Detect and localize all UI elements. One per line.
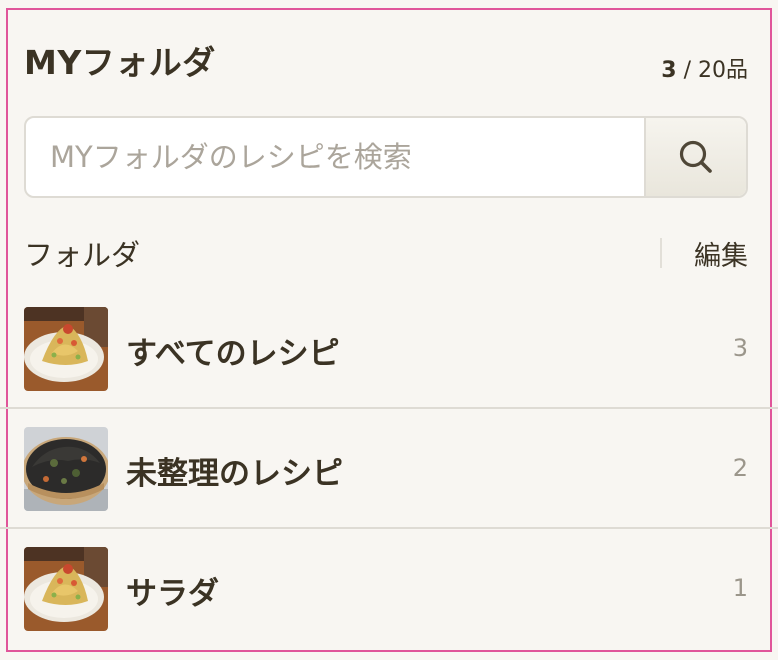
search-icon [679,140,712,173]
edit-divider [660,238,662,268]
folder-thumbnail [24,547,108,631]
page-title: MYフォルダ [24,43,216,82]
folder-item-salad[interactable]: サラダ 1 [0,530,778,648]
folder-section-label: フォルダ [24,238,141,272]
row-divider [0,407,778,409]
folder-name: 未整理のレシピ [126,456,343,492]
recipe-count-max: / 20品 [676,58,748,83]
folder-name: すべてのレシピ [126,336,340,372]
recipe-count-current: 3 [661,58,677,83]
folder-count: 2 [732,454,748,482]
search-bar [24,116,748,198]
folder-count: 1 [732,574,748,602]
folder-item-all-recipes[interactable]: すべてのレシピ 3 [0,290,778,408]
edit-button[interactable]: 編集 [694,234,748,273]
folder-name: サラダ [126,576,219,612]
search-input[interactable] [26,118,646,196]
row-divider [0,527,778,529]
folder-thumbnail [24,307,108,391]
recipe-count: 3 / 20品 [661,52,748,84]
search-button[interactable] [644,118,746,196]
folder-count: 3 [732,334,748,362]
folder-item-unsorted-recipes[interactable]: 未整理のレシピ 2 [0,410,778,528]
folder-thumbnail [24,427,108,511]
